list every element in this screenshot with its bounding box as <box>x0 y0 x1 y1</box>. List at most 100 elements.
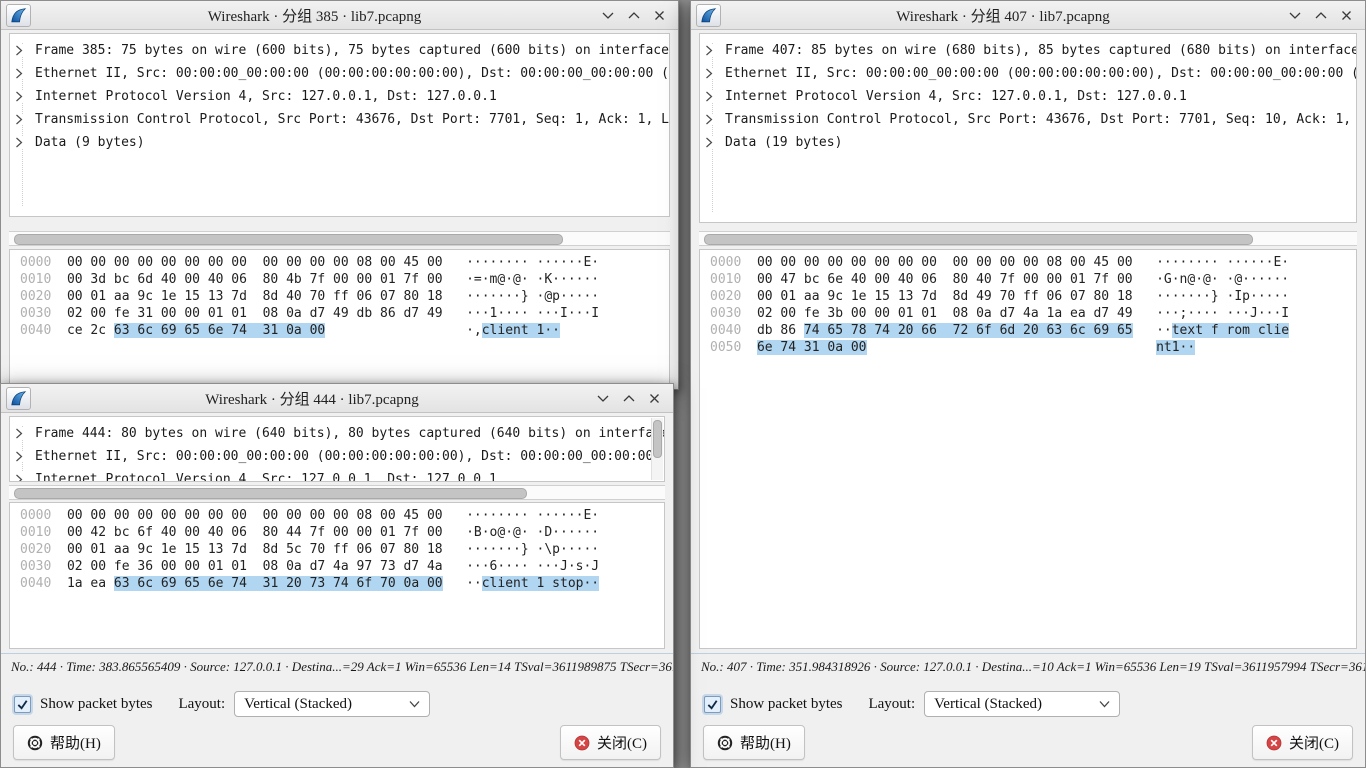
expander-icon[interactable] <box>15 45 29 56</box>
hex-row[interactable]: 003002 00 fe 3b 00 00 01 01 08 0a d7 4a … <box>710 305 1356 322</box>
tree-row-ip[interactable]: Internet Protocol Version 4, Src: 127.0.… <box>700 85 1356 108</box>
tree-row-ethernet[interactable]: Ethernet II, Src: 00:00:00_00:00:00 (00:… <box>10 62 669 85</box>
minimize-icon[interactable] <box>1286 7 1303 24</box>
show-packet-bytes-label: Show packet bytes <box>40 696 152 713</box>
help-lifebuoy-icon <box>717 735 733 751</box>
hex-dump-pane: 000000 00 00 00 00 00 00 00 00 00 00 00 … <box>9 249 670 389</box>
expander-icon[interactable] <box>15 114 29 125</box>
hex-dump-pane: 000000 00 00 00 00 00 00 00 00 00 00 00 … <box>699 249 1357 649</box>
tree-row-tcp[interactable]: Transmission Control Protocol, Src Port:… <box>700 108 1356 131</box>
expander-icon[interactable] <box>705 91 719 102</box>
hex-row[interactable]: 000000 00 00 00 00 00 00 00 00 00 00 00 … <box>710 254 1356 271</box>
close-icon[interactable] <box>1338 7 1355 24</box>
packet-detail-tree: Frame 385: 75 bytes on wire (600 bits), … <box>9 33 670 217</box>
expander-icon[interactable] <box>15 137 29 148</box>
tree-row-frame[interactable]: Frame 444: 80 bytes on wire (640 bits), … <box>10 422 664 445</box>
titlebar[interactable]: Wireshark · 分组 385 · lib7.pcapng <box>1 1 678 30</box>
expander-icon[interactable] <box>705 45 719 56</box>
hex-row[interactable]: 002000 01 aa 9c 1e 15 13 7d 8d 40 70 ff … <box>20 288 669 305</box>
expander-icon[interactable] <box>15 91 29 102</box>
tree-row-ethernet[interactable]: Ethernet II, Src: 00:00:00_00:00:00 (00:… <box>700 62 1356 85</box>
close-dialog-button[interactable]: 关闭(C) <box>560 725 661 760</box>
expander-icon[interactable] <box>15 451 29 462</box>
expander-icon[interactable] <box>15 68 29 79</box>
scrollbar-thumb[interactable] <box>704 234 1253 245</box>
hex-dump-pane: 000000 00 00 00 00 00 00 00 00 00 00 00 … <box>9 502 665 649</box>
maximize-icon[interactable] <box>625 7 642 24</box>
check-icon <box>16 698 29 711</box>
window-packet-407: Wireshark · 分组 407 · lib7.pcapng Frame 4… <box>690 0 1366 768</box>
hex-row[interactable]: 002000 01 aa 9c 1e 15 13 7d 8d 5c 70 ff … <box>20 541 664 558</box>
expander-icon[interactable] <box>705 68 719 79</box>
tree-row-ethernet[interactable]: Ethernet II, Src: 00:00:00_00:00:00 (00:… <box>10 445 664 468</box>
expander-icon[interactable] <box>15 474 29 482</box>
show-packet-bytes-label: Show packet bytes <box>730 696 842 713</box>
minimize-icon[interactable] <box>599 7 616 24</box>
tree-row-data[interactable]: Data (9 bytes) <box>10 131 669 154</box>
close-dialog-button[interactable]: 关闭(C) <box>1252 725 1353 760</box>
expander-icon[interactable] <box>705 114 719 125</box>
titlebar[interactable]: Wireshark · 分组 407 · lib7.pcapng <box>691 1 1365 30</box>
close-circle-icon <box>574 735 590 751</box>
help-button[interactable]: 帮助(H) <box>703 725 805 760</box>
close-icon[interactable] <box>646 390 663 407</box>
scrollbar-thumb[interactable] <box>14 488 527 499</box>
window-packet-444: Wireshark · 分组 444 · lib7.pcapng Frame 4… <box>0 383 674 768</box>
hex-row[interactable]: 00506e 74 31 0a 00nt1·· <box>710 339 1356 356</box>
window-title: Wireshark · 分组 385 · lib7.pcapng <box>41 5 588 26</box>
layout-select-value: Vertical (Stacked) <box>244 696 352 713</box>
packet-detail-tree: Frame 407: 85 bytes on wire (680 bits), … <box>699 33 1357 223</box>
check-icon <box>706 698 719 711</box>
hex-row[interactable]: 0040db 86 74 65 78 74 20 66 72 6f 6d 20 … <box>710 322 1356 339</box>
hex-row[interactable]: 003002 00 fe 31 00 00 01 01 08 0a d7 49 … <box>20 305 669 322</box>
hex-row[interactable]: 0040ce 2c 63 6c 69 65 6e 74 31 0a 00·,cl… <box>20 322 669 339</box>
minimize-icon[interactable] <box>594 390 611 407</box>
tree-row-frame[interactable]: Frame 407: 85 bytes on wire (680 bits), … <box>700 39 1356 62</box>
horizontal-scrollbar[interactable] <box>699 231 1357 246</box>
hex-row[interactable]: 001000 42 bc 6f 40 00 40 06 80 44 7f 00 … <box>20 524 664 541</box>
horizontal-scrollbar[interactable] <box>9 231 670 246</box>
expander-icon[interactable] <box>15 428 29 439</box>
close-icon[interactable] <box>651 7 668 24</box>
layout-label: Layout: <box>868 696 915 713</box>
tree-row-ip[interactable]: Internet Protocol Version 4, Src: 127.0.… <box>10 468 664 482</box>
window-title: Wireshark · 分组 407 · lib7.pcapng <box>731 5 1275 26</box>
vertical-scrollbar[interactable] <box>651 418 663 480</box>
tree-row-ip[interactable]: Internet Protocol Version 4, Src: 127.0.… <box>10 85 669 108</box>
wireshark-logo-icon <box>6 4 31 27</box>
hex-row[interactable]: 001000 47 bc 6e 40 00 40 06 80 40 7f 00 … <box>710 271 1356 288</box>
help-lifebuoy-icon <box>27 735 43 751</box>
show-packet-bytes-checkbox[interactable] <box>704 696 721 713</box>
hex-row[interactable]: 000000 00 00 00 00 00 00 00 00 00 00 00 … <box>20 507 664 524</box>
wireshark-logo-icon <box>696 4 721 27</box>
layout-label: Layout: <box>178 696 225 713</box>
horizontal-scrollbar[interactable] <box>9 485 665 500</box>
hex-row[interactable]: 000000 00 00 00 00 00 00 00 00 00 00 00 … <box>20 254 669 271</box>
chevron-down-icon <box>1099 700 1110 708</box>
hex-row[interactable]: 003002 00 fe 36 00 00 01 01 08 0a d7 4a … <box>20 558 664 575</box>
packet-status-line: No.: 444 · Time: 383.865565409 · Source:… <box>1 653 673 675</box>
help-button[interactable]: 帮助(H) <box>13 725 115 760</box>
maximize-icon[interactable] <box>620 390 637 407</box>
layout-select[interactable]: Vertical (Stacked) <box>234 691 430 717</box>
scrollbar-thumb[interactable] <box>14 234 563 245</box>
layout-select[interactable]: Vertical (Stacked) <box>924 691 1120 717</box>
tree-row-data[interactable]: Data (19 bytes) <box>700 131 1356 154</box>
show-packet-bytes-checkbox[interactable] <box>14 696 31 713</box>
window-title: Wireshark · 分组 444 · lib7.pcapng <box>41 388 583 409</box>
hex-row[interactable]: 00401a ea 63 6c 69 65 6e 74 31 20 73 74 … <box>20 575 664 592</box>
tree-row-frame[interactable]: Frame 385: 75 bytes on wire (600 bits), … <box>10 39 669 62</box>
titlebar[interactable]: Wireshark · 分组 444 · lib7.pcapng <box>1 384 673 413</box>
tree-row-tcp[interactable]: Transmission Control Protocol, Src Port:… <box>10 108 669 131</box>
close-circle-icon <box>1266 735 1282 751</box>
packet-status-line: No.: 407 · Time: 351.984318926 · Source:… <box>691 653 1365 675</box>
packet-detail-tree: Frame 444: 80 bytes on wire (640 bits), … <box>9 416 665 482</box>
maximize-icon[interactable] <box>1312 7 1329 24</box>
wireshark-logo-icon <box>6 387 31 410</box>
window-packet-385: Wireshark · 分组 385 · lib7.pcapng Frame 3… <box>0 0 679 390</box>
layout-select-value: Vertical (Stacked) <box>934 696 1042 713</box>
expander-icon[interactable] <box>705 137 719 148</box>
hex-row[interactable]: 002000 01 aa 9c 1e 15 13 7d 8d 49 70 ff … <box>710 288 1356 305</box>
scrollbar-thumb[interactable] <box>653 420 662 458</box>
hex-row[interactable]: 001000 3d bc 6d 40 00 40 06 80 4b 7f 00 … <box>20 271 669 288</box>
